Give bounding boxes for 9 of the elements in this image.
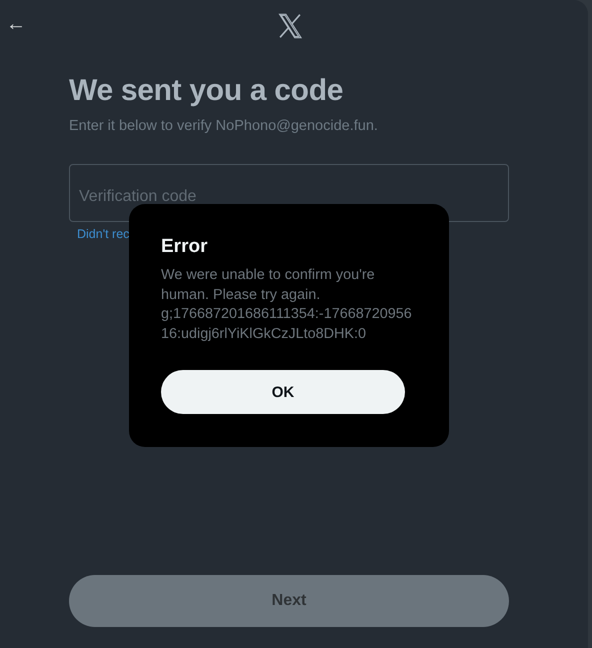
x-logo-icon xyxy=(276,12,304,40)
error-message: We were unable to confirm you're human. Please try again. g;176687201686111354:-1766872095616:udigj6rlYiKlGkCzJLto8DHK:0 xyxy=(161,266,413,344)
dialog-title: Error xyxy=(161,236,208,258)
ok-button[interactable]: OK xyxy=(161,370,405,414)
back-button[interactable]: ← xyxy=(0,12,26,36)
resend-link[interactable]: Didn't rec xyxy=(77,227,130,241)
verification-code-field[interactable]: Verification code xyxy=(69,164,509,222)
page-heading: We sent you a code xyxy=(69,74,344,108)
subtitle: Enter it below to verify NoPhono@genocide.fun. xyxy=(69,118,379,134)
